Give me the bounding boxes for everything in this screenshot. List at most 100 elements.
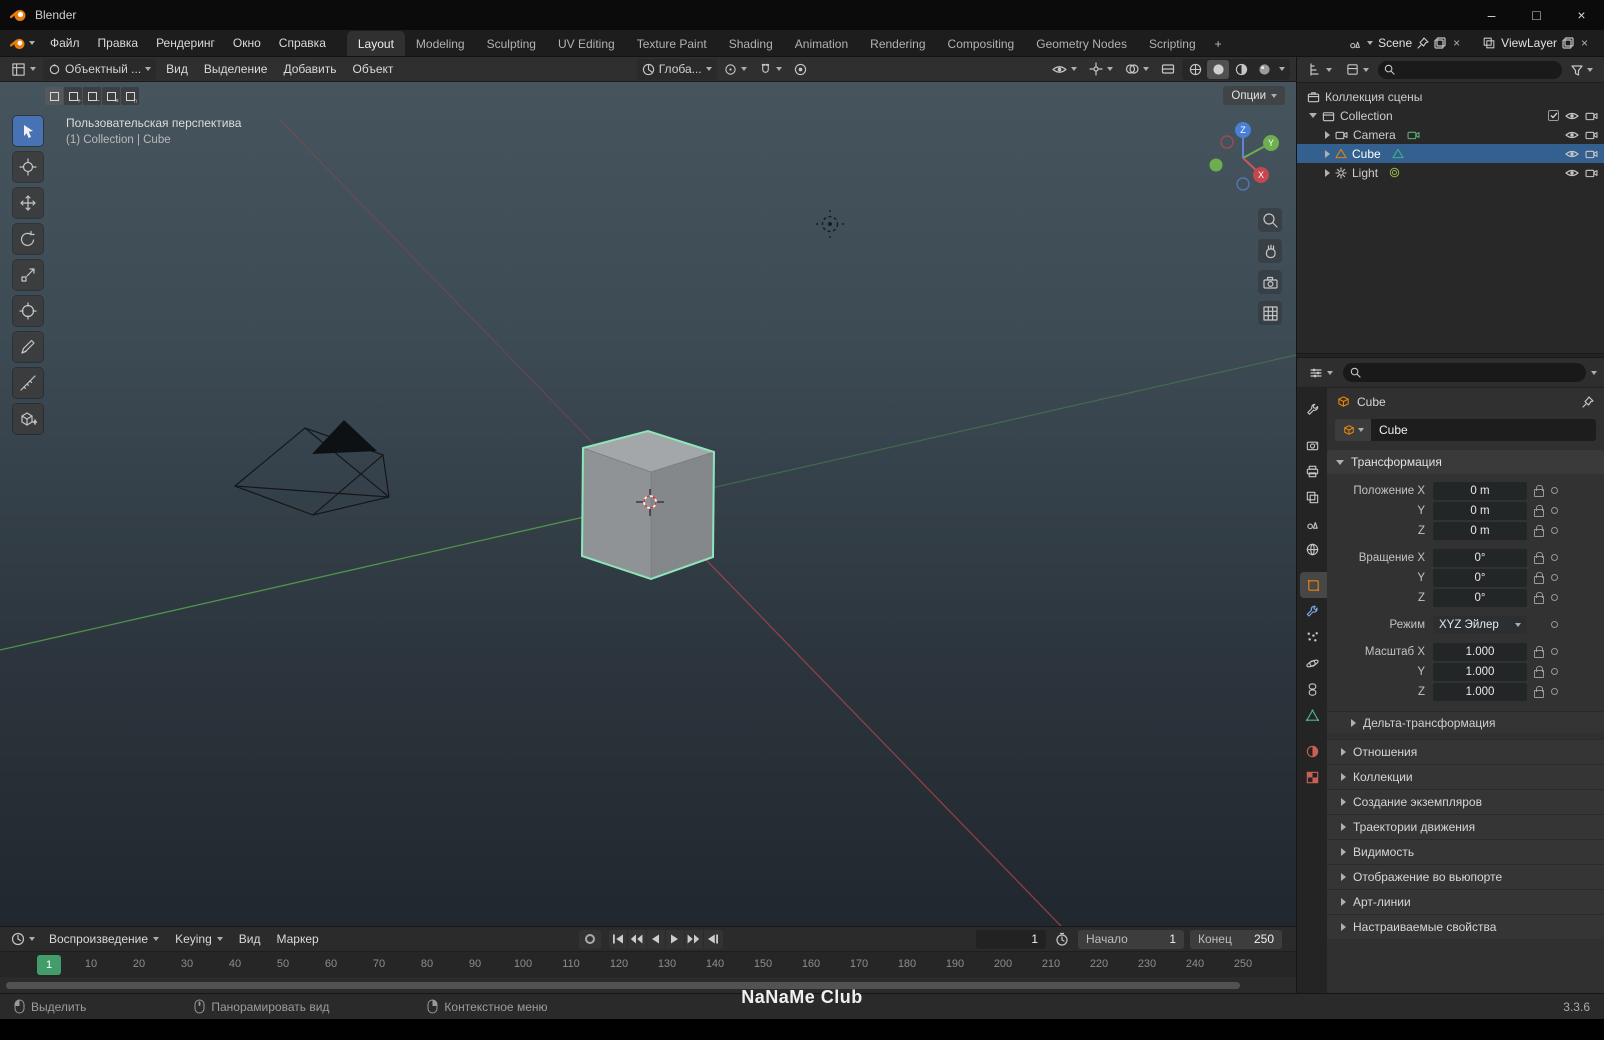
rotation-x-field[interactable]: 0° [1433, 548, 1527, 567]
view-menu[interactable]: Вид [232, 929, 268, 949]
remove-view-layer-icon[interactable]: × [1581, 36, 1588, 50]
current-frame-field[interactable]: 1 [976, 929, 1047, 949]
camera-object[interactable] [233, 420, 390, 516]
timeline-editor-type-button[interactable] [6, 929, 40, 950]
tab-scripting[interactable]: Scripting [1138, 31, 1207, 56]
tab-modifier-properties[interactable] [1297, 598, 1327, 624]
render-visibility-icon[interactable] [1585, 111, 1598, 121]
properties-section-header[interactable]: Коллекции [1327, 764, 1604, 789]
navigation-gizmo[interactable]: Z Y X [1203, 118, 1287, 202]
outliner-display-mode-button[interactable] [1341, 59, 1374, 80]
axis-y-negative-ball[interactable] [1209, 158, 1223, 172]
axis-y-ball[interactable]: Y [1268, 138, 1274, 148]
lock-icon[interactable] [1534, 571, 1544, 584]
add-workspace-button[interactable]: + [1207, 31, 1230, 56]
tab-tool-properties[interactable] [1297, 396, 1327, 422]
animate-dot[interactable] [1551, 668, 1558, 675]
animate-dot[interactable] [1551, 574, 1558, 581]
xray-toggle[interactable] [1156, 59, 1180, 80]
animate-dot[interactable] [1551, 594, 1558, 601]
tool-measure[interactable] [13, 368, 43, 398]
proportional-edit-toggle[interactable] [789, 59, 812, 80]
viewport-menu-item[interactable]: Добавить [275, 59, 344, 80]
location-y-field[interactable]: 0 m [1433, 501, 1527, 520]
axis-z-ball[interactable]: Z [1240, 125, 1246, 135]
tab-animation[interactable]: Animation [784, 31, 859, 56]
mode-selector[interactable]: Объектный ... [43, 58, 157, 80]
select-mode-intersect[interactable]: ∩ [121, 87, 139, 105]
editor-type-button[interactable] [6, 59, 41, 80]
menu-item[interactable]: Правка [89, 30, 148, 56]
view-layer-selector[interactable]: ViewLayer × [1476, 32, 1594, 54]
auto-keying-button[interactable] [578, 929, 601, 949]
menu-item[interactable]: Рендеринг [147, 30, 224, 56]
orthographic-toggle-button[interactable] [1258, 301, 1282, 325]
options-caret[interactable] [1591, 370, 1597, 375]
hide-eye-icon[interactable] [1565, 168, 1579, 178]
tab-object-data-properties[interactable] [1297, 702, 1327, 728]
animate-dot[interactable] [1551, 554, 1558, 561]
scale-x-field[interactable]: 1.000 [1433, 642, 1527, 661]
shading-material-button[interactable] [1230, 60, 1252, 79]
tab-sculpting[interactable]: Sculpting [476, 31, 547, 56]
minimize-button[interactable]: – [1469, 0, 1514, 30]
scale-y-field[interactable]: 1.000 [1433, 662, 1527, 681]
transform-orientation-dropdown[interactable]: Глоба... [636, 58, 717, 80]
lock-icon[interactable] [1534, 484, 1544, 497]
properties-section-header[interactable]: Отношения [1327, 739, 1604, 764]
play-reverse-button[interactable] [647, 929, 666, 949]
frame-start-field[interactable]: Начало 1 [1078, 929, 1185, 949]
animate-dot[interactable] [1551, 527, 1558, 534]
jump-to-start-button[interactable] [609, 929, 628, 949]
timeline-scrollbar[interactable] [0, 977, 1296, 994]
new-view-layer-icon[interactable] [1562, 37, 1574, 49]
tab-physics-properties[interactable] [1297, 650, 1327, 676]
playback-menu[interactable]: Воспроизведение [42, 929, 166, 949]
tool-transform[interactable] [13, 296, 43, 326]
animate-dot[interactable] [1551, 487, 1558, 494]
zoom-button[interactable] [1258, 208, 1282, 232]
pin-icon[interactable] [1582, 395, 1594, 408]
animate-dot[interactable] [1551, 688, 1558, 695]
menu-item[interactable]: Файл [41, 30, 89, 56]
keying-menu[interactable]: Keying [168, 929, 230, 949]
tab-view-layer-properties[interactable] [1297, 484, 1327, 510]
tab-render-properties[interactable] [1297, 432, 1327, 458]
id-type-button[interactable] [1335, 419, 1371, 441]
new-scene-icon[interactable] [1434, 37, 1446, 49]
viewport-3d[interactable]: + − × ∩ Опции Пользовательская перспекти… [0, 82, 1296, 926]
scale-z-field[interactable]: 1.000 [1433, 682, 1527, 701]
lock-icon[interactable] [1534, 665, 1544, 678]
outliner-row-camera[interactable]: Camera [1297, 125, 1604, 144]
animate-dot[interactable] [1551, 621, 1558, 628]
shading-rendered-button[interactable] [1253, 60, 1275, 79]
select-mode-new[interactable] [45, 87, 63, 105]
camera-view-button[interactable] [1258, 270, 1282, 294]
use-preview-range-button[interactable] [1050, 929, 1074, 950]
properties-section-header[interactable]: Арт-линии [1327, 889, 1604, 914]
frame-end-field[interactable]: Конец 250 [1190, 929, 1283, 949]
lock-icon[interactable] [1534, 645, 1544, 658]
hide-eye-icon[interactable] [1565, 111, 1579, 121]
breadcrumb-object-name[interactable]: Cube [1357, 395, 1386, 409]
outliner-row-cube[interactable]: Cube [1297, 144, 1604, 163]
scrollbar-thumb[interactable] [6, 982, 1240, 989]
tool-move[interactable] [13, 188, 43, 218]
outliner-row-light[interactable]: Light [1297, 163, 1604, 182]
hide-eye-icon[interactable] [1565, 130, 1579, 140]
tab-material-properties[interactable] [1297, 738, 1327, 764]
menu-item[interactable]: Справка [270, 30, 335, 56]
shading-solid-button[interactable] [1207, 59, 1229, 79]
tool-box-select[interactable] [13, 116, 43, 146]
lock-icon[interactable] [1534, 524, 1544, 537]
lock-icon[interactable] [1534, 504, 1544, 517]
jump-to-end-button[interactable] [704, 930, 723, 949]
next-keyframe-button[interactable] [685, 929, 704, 949]
animate-dot[interactable] [1551, 507, 1558, 514]
select-mode-extend[interactable]: + [64, 87, 82, 105]
expand-triangle[interactable] [1325, 149, 1330, 158]
render-visibility-icon[interactable] [1585, 168, 1598, 178]
location-z-field[interactable]: 0 m [1433, 521, 1527, 540]
properties-search-input[interactable] [1343, 363, 1586, 382]
hide-eye-icon[interactable] [1565, 149, 1579, 159]
